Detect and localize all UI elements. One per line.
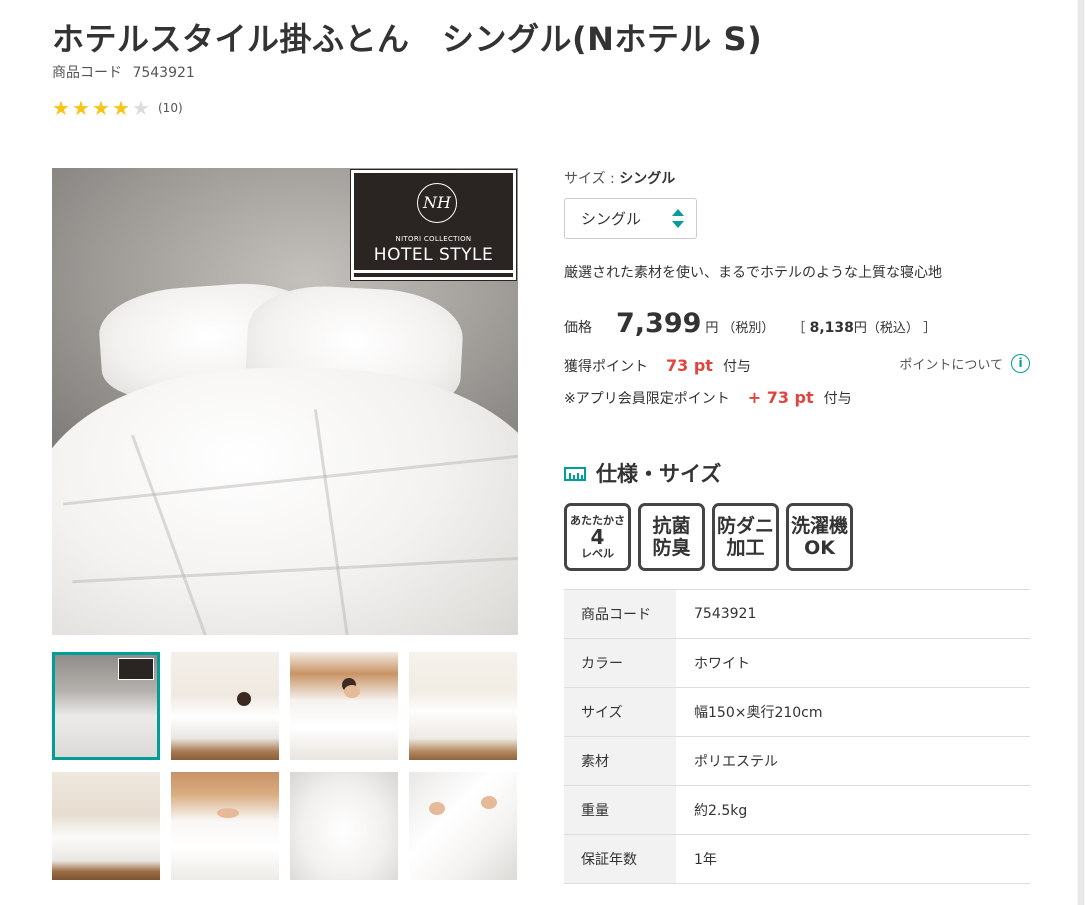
price-incl-value: 8,138	[809, 320, 854, 336]
points-suffix: 付与	[722, 359, 751, 375]
thumbnail-2[interactable]	[171, 652, 279, 760]
table-row: 保証年数 1年	[564, 834, 1030, 884]
person-face	[344, 685, 360, 698]
app-points-label: ※アプリ会員限定ポイント	[564, 391, 730, 407]
product-description: 厳選された素材を使い、まるでホテルのような上質な寝心地	[564, 265, 942, 281]
duvet	[52, 368, 518, 635]
scrollbar-thumb[interactable]	[1078, 0, 1084, 905]
price-label: 価格	[564, 320, 592, 336]
table-row: カラー ホワイト	[564, 638, 1030, 688]
size-label-text: サイズ :	[564, 171, 620, 187]
antibacterial-icon: 抗菌 防臭	[638, 503, 705, 571]
star-icon: ★	[72, 96, 90, 120]
spec-heading: 仕様・サイズ	[564, 458, 721, 488]
price-row: 価格 7,399 円 （税別） ［ 8,138円（税込） ］	[564, 308, 936, 339]
anti-mite-icon: 防ダニ 加工	[712, 503, 779, 571]
badge-underline	[354, 270, 513, 273]
size-label-value: シングル	[619, 171, 676, 187]
star-icon: ★	[52, 96, 70, 120]
star-empty-icon: ★	[132, 96, 150, 120]
person-head	[237, 692, 251, 706]
hand	[429, 802, 445, 815]
table-row: 素材 ポリエステル	[564, 736, 1030, 786]
price-incl-tax: ［ 8,138円（税込） ］	[792, 320, 937, 336]
badge-collection: NITORI COLLECTION	[395, 235, 472, 243]
scrollbar[interactable]	[1077, 0, 1085, 905]
thumbnail-3[interactable]	[290, 652, 398, 760]
size-select-value: シングル	[581, 210, 642, 228]
table-row: 商品コード 7543921	[564, 589, 1030, 639]
star-icon: ★	[112, 96, 130, 120]
thumbnail-4[interactable]	[409, 652, 517, 760]
app-points-row: ※アプリ会員限定ポイント + 73 pt 付与	[564, 388, 852, 408]
mini-badge	[118, 658, 154, 680]
badge-brand: HOTEL STYLE	[373, 245, 494, 265]
points-label: 獲得ポイント	[564, 359, 648, 375]
price-unit: 円	[705, 321, 719, 336]
product-code-line: 商品コード 7543921	[52, 62, 201, 82]
table-row: 重量 約2.5kg	[564, 785, 1030, 835]
monogram-logo: NH	[417, 183, 457, 223]
warmth-level-icon: あたたかさ 4 レベル	[564, 503, 631, 571]
spec-title: 仕様・サイズ	[596, 462, 722, 486]
product-title: ホテルスタイル掛ふとん シングル(Nホテル S)	[52, 20, 763, 58]
washable-icon: 洗濯機 OK	[786, 503, 853, 571]
product-code-label: 商品コード	[52, 65, 122, 81]
thumbnail-grid	[52, 652, 518, 880]
price-value: 7,399	[616, 308, 702, 339]
price-tax-note: （税別）	[722, 321, 775, 336]
app-points-value: + 73 pt	[747, 388, 814, 407]
thumbnail-5[interactable]	[52, 772, 160, 880]
size-label: サイズ : シングル	[564, 168, 675, 188]
thumbnail-1[interactable]	[52, 652, 160, 760]
table-row: サイズ 幅150×奥行210cm	[564, 687, 1030, 737]
review-count[interactable]: (10)	[158, 101, 183, 115]
ruler-icon	[564, 464, 586, 482]
star-icon: ★	[92, 96, 110, 120]
main-product-image[interactable]: NH NITORI COLLECTION HOTEL STYLE	[52, 168, 518, 635]
select-arrows-icon	[672, 207, 684, 231]
thumbnail-8[interactable]	[409, 772, 517, 880]
feature-icons: あたたかさ 4 レベル 抗菌 防臭 防ダニ 加工 洗濯機 OK	[564, 503, 860, 571]
hand	[481, 796, 497, 809]
size-select[interactable]: シングル	[564, 198, 697, 239]
product-code-value: 7543921	[132, 65, 195, 81]
spec-table: 商品コード 7543921 カラー ホワイト サイズ 幅150×奥行210cm 素材ポ…	[564, 589, 1030, 884]
points-value: 73 pt	[666, 356, 713, 375]
hand	[217, 808, 239, 818]
points-about-link[interactable]: ポイントについて i	[899, 354, 1030, 373]
thumbnail-6[interactable]	[171, 772, 279, 880]
rating-stars: ★ ★ ★ ★ ★	[52, 98, 152, 118]
info-icon[interactable]: i	[1011, 354, 1030, 373]
thumbnail-7[interactable]	[290, 772, 398, 880]
points-row: 獲得ポイント 73 pt 付与 ポイントについて i	[564, 354, 1030, 376]
hotel-style-badge: NH NITORI COLLECTION HOTEL STYLE	[350, 169, 517, 281]
app-points-suffix: 付与	[823, 391, 852, 407]
rating[interactable]: ★ ★ ★ ★ ★ (10)	[52, 98, 183, 118]
